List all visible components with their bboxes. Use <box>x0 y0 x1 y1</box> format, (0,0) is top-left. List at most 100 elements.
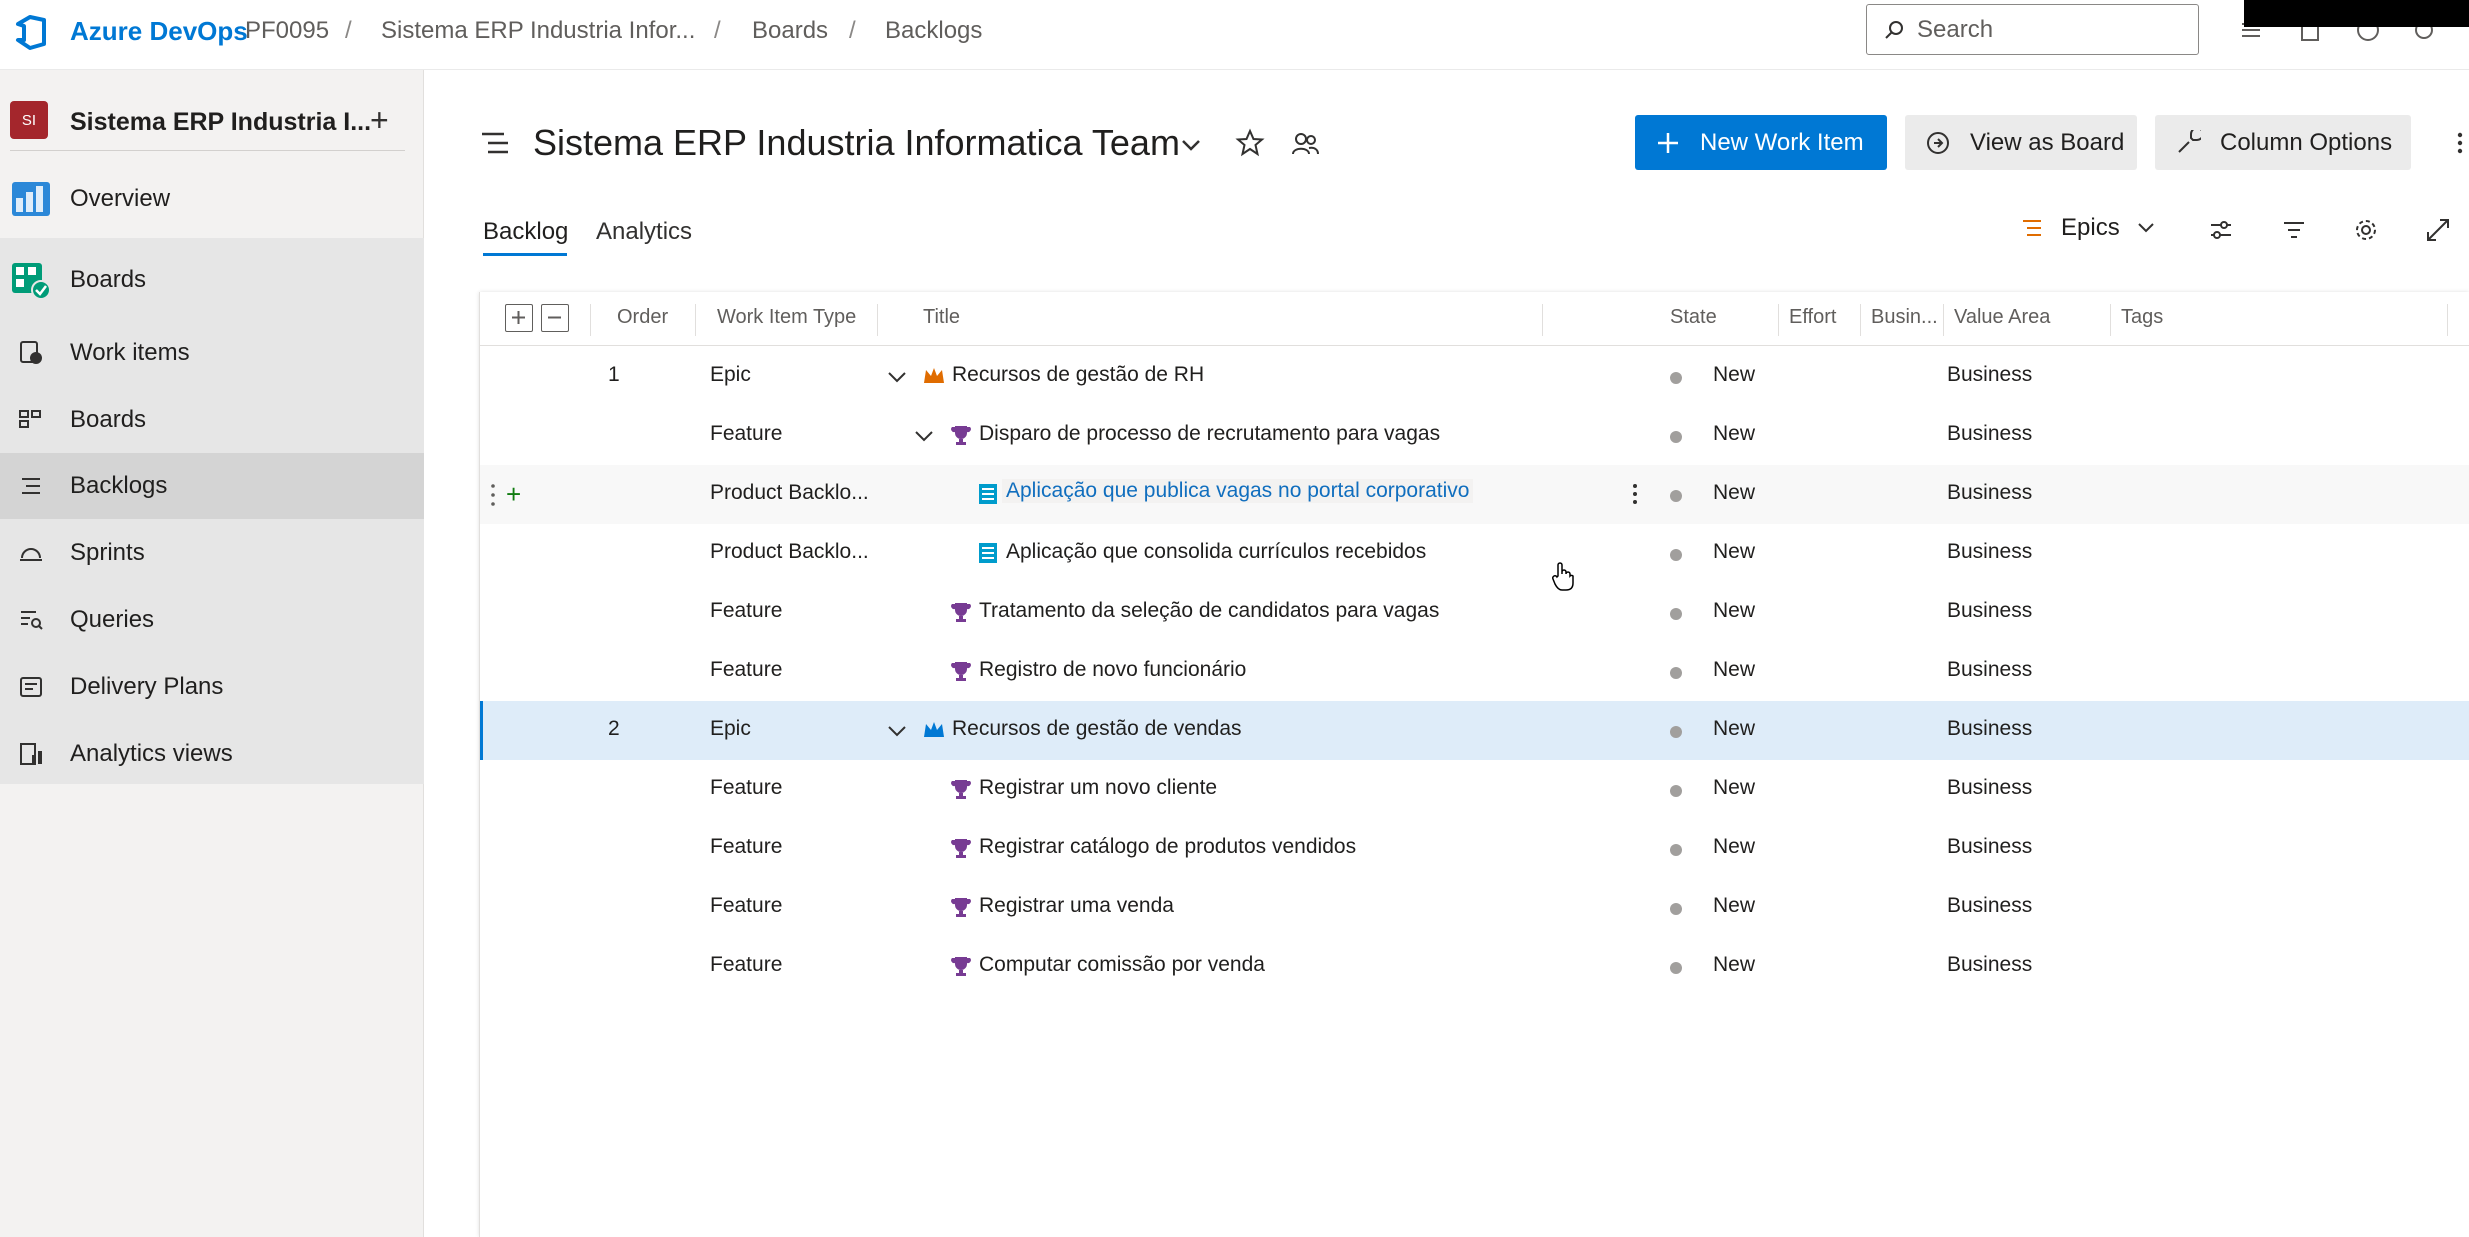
collapse-chevron-icon[interactable] <box>914 426 934 446</box>
sidebar-item-backlogs[interactable]: Backlogs <box>0 453 424 519</box>
team-members-icon[interactable] <box>1291 130 1319 158</box>
backlog-row[interactable]: 2 Epic Recursos de gestão de vendas New … <box>480 701 2469 760</box>
sidebar-item-boards[interactable]: Boards <box>0 387 424 453</box>
azure-devops-logo-icon[interactable] <box>12 12 52 52</box>
title-cell[interactable]: Computar comissão por venda <box>979 953 1265 977</box>
backlog-grid: Order Work Item Type Title State Effort … <box>479 292 2469 1237</box>
sidebar-item-analytics-views[interactable]: Analytics views <box>0 721 424 787</box>
column-header-effort[interactable]: Effort <box>1789 306 1836 329</box>
sidebar-item-boards-hub[interactable]: Boards <box>0 247 424 313</box>
backlog-list-icon[interactable] <box>480 130 510 156</box>
title-link[interactable]: Aplicação que publica vagas no portal co… <box>1002 479 1474 503</box>
title-cell[interactable]: Disparo de processo de recrutamento para… <box>979 422 1440 446</box>
work-item-type-cell: Feature <box>710 658 783 681</box>
backlog-row[interactable]: Feature Tratamento da seleção de candida… <box>480 583 2469 642</box>
drag-handle-icon[interactable] <box>489 481 497 509</box>
new-work-item-button[interactable]: New Work Item <box>1635 115 1887 170</box>
feature-trophy-icon <box>951 603 971 622</box>
title-cell[interactable]: Registrar uma venda <box>979 894 1174 918</box>
column-options-button[interactable]: Column Options <box>2155 115 2411 170</box>
column-header-business-value[interactable]: Busin... <box>1871 306 1938 329</box>
hand-cursor-icon <box>1552 562 1574 591</box>
settings-gear-icon[interactable] <box>2353 217 2379 243</box>
value-area-cell: Business <box>1947 717 2033 740</box>
backlog-row[interactable]: + Product Backlo... Aplicação que public… <box>480 465 2469 524</box>
tab-backlog[interactable]: Backlog <box>483 218 568 246</box>
title-cell[interactable]: Registrar um novo cliente <box>979 776 1217 800</box>
view-options-icon[interactable] <box>2208 217 2234 243</box>
state-cell: New <box>1713 776 1756 799</box>
sidebar-item-delivery-plans[interactable]: Delivery Plans <box>0 654 424 720</box>
team-title[interactable]: Sistema ERP Industria Informatica Team <box>533 122 1180 164</box>
title-cell[interactable]: Registro de novo funcionário <box>979 658 1246 682</box>
backlog-row[interactable]: Feature Disparo de processo de recrutame… <box>480 406 2469 465</box>
feature-trophy-icon <box>951 662 971 681</box>
collapse-chevron-icon[interactable] <box>887 721 907 741</box>
search-input[interactable] <box>1917 15 2177 44</box>
chevron-down-icon[interactable] <box>1180 134 1202 156</box>
collapse-chevron-icon[interactable] <box>887 367 907 387</box>
column-header-tags[interactable]: Tags <box>2121 306 2163 329</box>
title-cell[interactable]: Aplicação que consolida currículos receb… <box>1006 540 1426 564</box>
add-icon[interactable]: + <box>370 102 389 139</box>
row-more-actions-icon[interactable] <box>1631 481 1639 507</box>
analytics-views-icon <box>20 743 42 765</box>
order-cell: 1 <box>608 363 620 386</box>
collapse-all-button[interactable] <box>541 304 569 332</box>
brand-name[interactable]: Azure DevOps <box>70 16 248 47</box>
backlog-row[interactable]: Feature Registrar uma venda New Business <box>480 878 2469 937</box>
sidebar-item-queries[interactable]: Queries <box>0 587 424 653</box>
search-box[interactable] <box>1866 4 2199 55</box>
button-label: View as Board <box>1970 128 2125 156</box>
backlog-level-label: Epics <box>2061 214 2120 241</box>
column-header-value-area[interactable]: Value Area <box>1954 306 2050 329</box>
sidebar-item-work-items[interactable]: Work items <box>0 320 424 386</box>
tab-analytics[interactable]: Analytics <box>596 218 692 246</box>
value-area-cell: Business <box>1947 481 2033 504</box>
sidebar: SI Sistema ERP Industria I... + Overview… <box>0 70 424 1237</box>
breadcrumb-boards[interactable]: Boards <box>752 17 828 45</box>
feature-trophy-icon <box>951 780 971 799</box>
product-backlog-item-icon <box>979 543 997 563</box>
order-cell: 2 <box>608 717 620 740</box>
minus-icon <box>548 316 561 319</box>
sidebar-item-overview[interactable]: Overview <box>0 166 424 232</box>
boards-icon <box>19 410 41 428</box>
column-header-title[interactable]: Title <box>923 306 960 329</box>
view-as-board-button[interactable]: View as Board <box>1905 115 2137 170</box>
column-header-work-item-type[interactable]: Work Item Type <box>717 306 856 329</box>
state-cell: New <box>1713 835 1756 858</box>
title-cell[interactable]: Recursos de gestão de vendas <box>952 717 1242 741</box>
state-cell: New <box>1713 540 1756 563</box>
favorite-star-icon[interactable] <box>1235 128 1265 158</box>
backlog-row[interactable]: Feature Computar comissão por venda New … <box>480 937 2469 996</box>
backlog-row[interactable]: 1 Epic Recursos de gestão de RH New Busi… <box>480 347 2469 406</box>
state-indicator <box>1670 903 1682 915</box>
project-header[interactable]: SI Sistema ERP Industria I... + <box>0 84 424 164</box>
title-cell[interactable]: Tratamento da seleção de candidatos para… <box>979 599 1439 623</box>
expand-all-button[interactable] <box>505 304 533 332</box>
title-cell[interactable]: Recursos de gestão de RH <box>952 363 1204 387</box>
project-name[interactable]: Sistema ERP Industria I... <box>70 108 371 137</box>
title-cell[interactable]: Registrar catálogo de produtos vendidos <box>979 835 1356 859</box>
backlog-row[interactable]: Feature Registro de novo funcionário New… <box>480 642 2469 701</box>
column-separator <box>1860 304 1861 336</box>
add-child-icon[interactable]: + <box>506 479 521 510</box>
sidebar-item-label: Overview <box>70 185 171 212</box>
fullscreen-icon[interactable] <box>2425 217 2451 243</box>
filter-icon[interactable] <box>2281 217 2307 243</box>
backlog-row[interactable]: Feature Registrar catálogo de produtos v… <box>480 819 2469 878</box>
column-header-order[interactable]: Order <box>617 306 668 329</box>
column-separator <box>877 304 878 336</box>
column-header-state[interactable]: State <box>1670 306 1717 329</box>
more-actions-icon[interactable] <box>2452 128 2468 158</box>
backlog-level-selector[interactable]: Epics <box>2021 208 2161 248</box>
column-separator <box>695 304 696 336</box>
breadcrumb-project[interactable]: Sistema ERP Industria Infor... <box>381 17 695 45</box>
value-area-cell: Business <box>1947 894 2033 917</box>
backlog-row[interactable]: Product Backlo... Aplicação que consolid… <box>480 524 2469 583</box>
backlog-row[interactable]: Feature Registrar um novo cliente New Bu… <box>480 760 2469 819</box>
sidebar-item-sprints[interactable]: Sprints <box>0 520 424 586</box>
breadcrumb-backlogs[interactable]: Backlogs <box>885 17 982 45</box>
breadcrumb-organization[interactable]: PF0095 <box>245 17 329 45</box>
